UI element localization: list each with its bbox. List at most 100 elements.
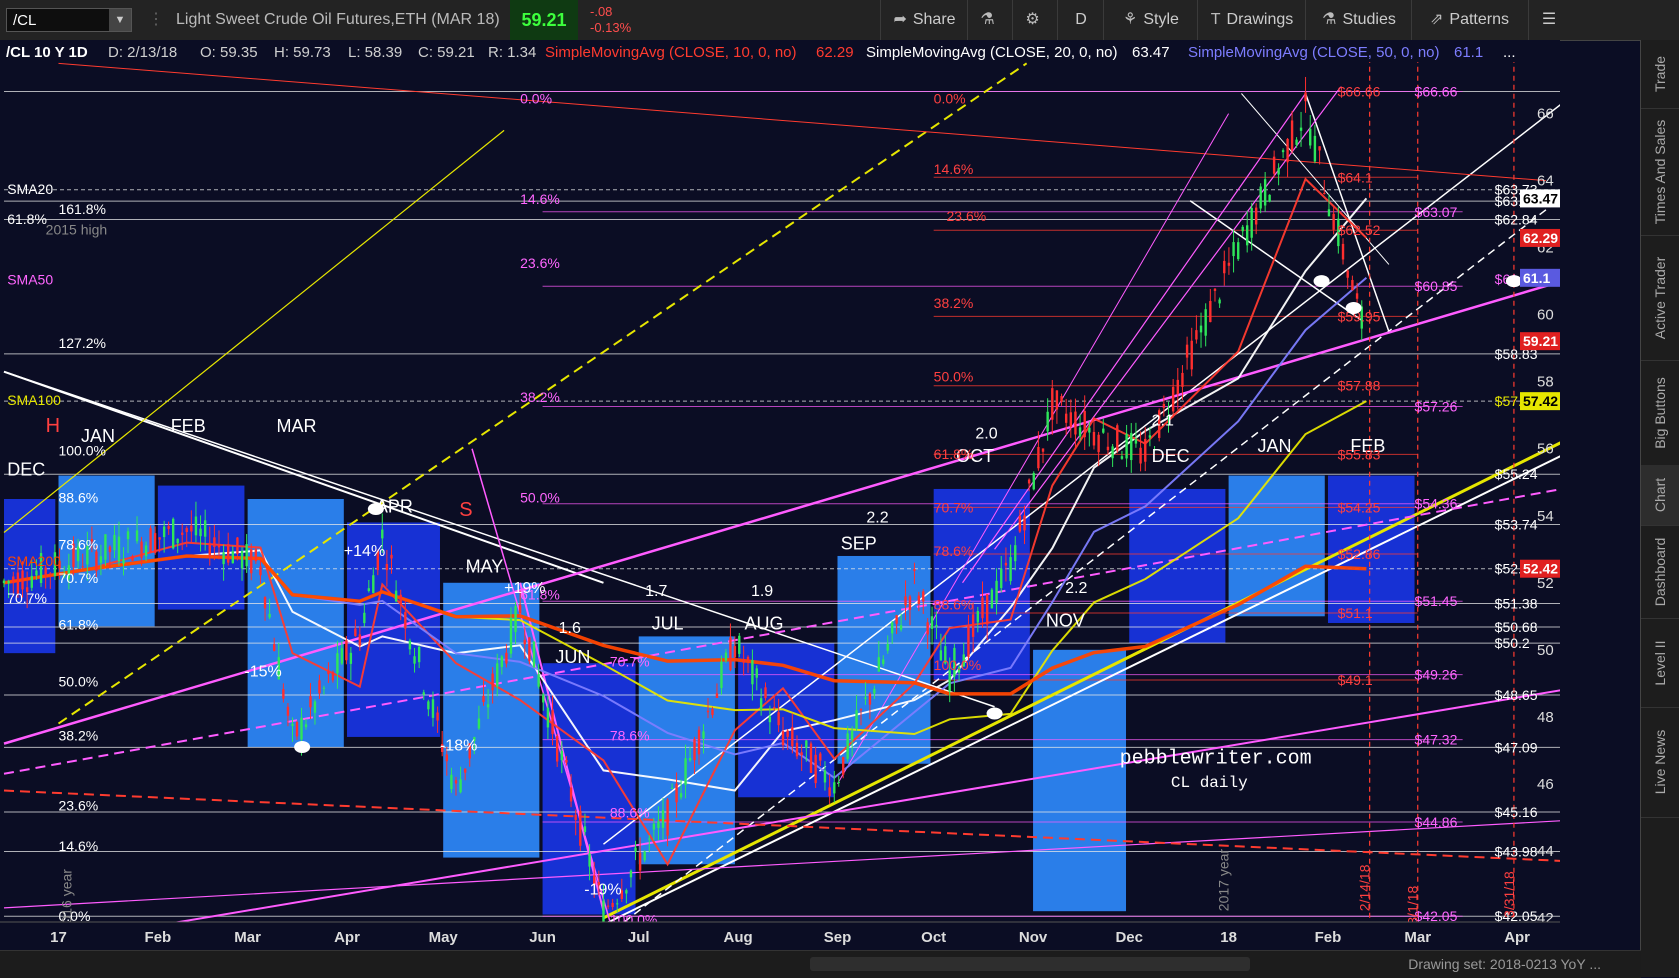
- x-tick-label: Dec: [1115, 929, 1143, 946]
- candle-body: [868, 693, 872, 705]
- sidebar-tab-dashboard[interactable]: Dashboard: [1641, 525, 1679, 619]
- sidebar-tab-label: Dashboard: [1652, 537, 1668, 606]
- gear-button[interactable]: ⚙: [1012, 0, 1058, 40]
- menu-icon[interactable]: ☰: [1528, 0, 1569, 40]
- fib-label: 61.8%: [58, 617, 98, 633]
- patterns-icon: ⇗: [1430, 11, 1444, 28]
- candle-body: [675, 783, 678, 803]
- x-tick-label: Apr: [1504, 929, 1530, 946]
- fib-label: 23.6%: [946, 208, 986, 224]
- candle-body: [917, 595, 921, 605]
- price-level-label: $66.66: [1415, 84, 1458, 100]
- candle-body: [1351, 280, 1354, 291]
- candle-body: [625, 890, 628, 894]
- button-label: Patterns: [1449, 11, 1509, 28]
- candle-body: [1088, 427, 1091, 433]
- style-icon: ⚘: [1123, 11, 1138, 28]
- month-label: NOV: [1046, 610, 1085, 630]
- candle-body: [413, 656, 416, 664]
- annotation-text: CL daily: [1171, 774, 1248, 792]
- fib-label: 23.6%: [58, 798, 98, 814]
- fib-label: 50.0%: [520, 489, 560, 505]
- candle-body: [1051, 388, 1054, 420]
- candle-body: [245, 544, 248, 567]
- horizontal-scrollbar[interactable]: [810, 957, 1250, 971]
- candle-body: [95, 551, 98, 572]
- candle-body: [1227, 262, 1231, 266]
- candle-body: [1259, 186, 1262, 209]
- sidebar-tab-times-and-sales[interactable]: Times And Sales: [1641, 108, 1679, 236]
- net-change-percent: -0.13%: [590, 20, 632, 35]
- candle-body: [546, 707, 550, 728]
- candle-body: [666, 799, 669, 836]
- x-tick-label: Mar: [1404, 929, 1431, 946]
- d-button[interactable]: D: [1057, 0, 1104, 40]
- header-sma50: SimpleMovingAvg (CLOSE, 50, 0, no): [1188, 44, 1440, 61]
- candle-body: [231, 551, 235, 564]
- patterns-button[interactable]: ⇗ Patterns: [1411, 0, 1527, 40]
- price-tag-label: 62.29: [1523, 230, 1558, 246]
- annotation-text: 3/31/18: [1501, 871, 1517, 918]
- flask-button[interactable]: ⚗: [967, 0, 1013, 40]
- candle-body: [496, 663, 499, 687]
- header-sma20: SimpleMovingAvg (CLOSE, 20, 0, no): [866, 44, 1118, 61]
- price-level-label: $54.25: [1338, 499, 1381, 515]
- candle-body: [652, 823, 656, 830]
- header-date: D: 2/13/18: [108, 44, 177, 61]
- sidebar-tab-trade[interactable]: Trade: [1641, 40, 1679, 109]
- x-tick-label: 17: [50, 929, 67, 946]
- y-tick-label: 50: [1537, 642, 1554, 659]
- candle-body: [565, 759, 568, 763]
- candle-body: [1037, 446, 1040, 469]
- fib-label: 38.2%: [520, 389, 560, 405]
- candle-body: [171, 518, 175, 549]
- month-label: SEP: [841, 533, 877, 553]
- price-level-label: $49.26: [1415, 667, 1458, 683]
- candle-body: [809, 743, 813, 773]
- header-title: /CL 10 Y 1D: [6, 44, 88, 61]
- sidebar-tab-big-buttons[interactable]: Big Buttons: [1641, 360, 1679, 466]
- sidebar-tab-live-news[interactable]: Live News: [1641, 707, 1679, 818]
- x-tick-label: Mar: [234, 929, 261, 946]
- header-sma20-val: 63.47: [1132, 44, 1170, 61]
- candle-body: [1134, 439, 1138, 444]
- price-level-label: $51.38: [1495, 596, 1538, 612]
- candle-body: [786, 730, 789, 737]
- price-chart[interactable]: DECJANFEB MARAPRMAYJUNJUL AUGSEPOCTNOVDECJ…: [0, 40, 1560, 950]
- candle-body: [367, 588, 371, 591]
- sidebar-tab-level-ii[interactable]: Level II: [1641, 618, 1679, 708]
- candle-body: [272, 644, 276, 651]
- candle-body: [131, 555, 134, 561]
- candle-body: [454, 780, 458, 784]
- sidebar-tab-active-trader[interactable]: Active Trader: [1641, 235, 1679, 361]
- symbol-input[interactable]: /CL ▼: [6, 8, 132, 32]
- candle-body: [711, 708, 714, 716]
- chevron-down-icon[interactable]: ▼: [109, 9, 131, 31]
- annotation-text: -15%: [244, 664, 281, 681]
- annotation-text: 2.1: [1152, 412, 1174, 429]
- candle-body: [1332, 213, 1335, 230]
- chart-area[interactable]: DEC JAN FEB MAR APR MAY JUN JUL AUG SEP OCT NOV DEC J…: [0, 40, 1560, 950]
- candle-body: [634, 847, 637, 852]
- candle-body: [135, 530, 139, 542]
- sidebar-tab-chart[interactable]: Chart: [1641, 465, 1679, 526]
- price-level-label: $50.2: [1495, 635, 1530, 651]
- candle-body: [268, 613, 271, 618]
- candle-body: [1162, 404, 1166, 408]
- candle-body: [1232, 242, 1235, 257]
- candle-body: [922, 591, 925, 602]
- share-button[interactable]: ➦ Share: [880, 0, 968, 40]
- candle-body: [263, 597, 267, 609]
- fib-label: 70.7%: [58, 570, 98, 586]
- drawings-button[interactable]: T Drawings: [1197, 0, 1306, 40]
- drawing-set-label[interactable]: Drawing set: 2018-0213 YoY ...: [1408, 951, 1601, 977]
- candle-body: [1139, 447, 1142, 464]
- grip-icon[interactable]: ⋮: [148, 0, 164, 40]
- fib-label: 100.0%: [934, 657, 981, 673]
- style-button[interactable]: ⚘ Style: [1103, 0, 1198, 40]
- gear-icon: ⚙: [1025, 11, 1040, 28]
- studies-button[interactable]: ⚗ Studies: [1305, 0, 1412, 40]
- candle-body: [670, 787, 674, 789]
- y-tick-label: 44: [1537, 843, 1554, 860]
- candle-body: [340, 648, 344, 664]
